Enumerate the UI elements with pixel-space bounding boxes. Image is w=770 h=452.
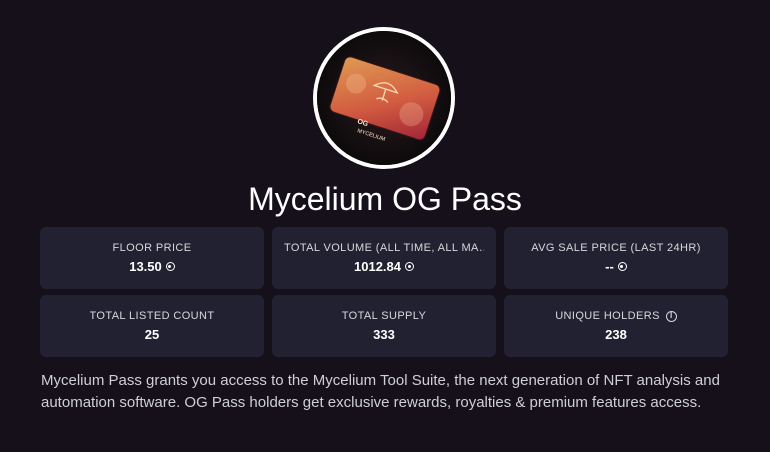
og-pass-card-image: OG MYCELIUM [317, 31, 451, 165]
stat-value-wrap: -- [605, 259, 627, 274]
stat-label: AVG SALE PRICE (LAST 24HR) [531, 242, 701, 254]
sol-icon [165, 262, 175, 271]
stat-value-wrap: 25 [145, 327, 159, 342]
sol-icon [617, 262, 627, 271]
stat-value: -- [605, 259, 614, 274]
sol-icon [405, 262, 414, 271]
info-icon[interactable]: i [665, 310, 677, 322]
stat-label: TOTAL VOLUME (ALL TIME, ALL MA… [284, 242, 484, 254]
stat-value-wrap: 333 [373, 327, 395, 342]
stat-label: FLOOR PRICE [112, 242, 192, 254]
stats-grid: FLOOR PRICE 13.50 TOTAL VOLUME (ALL TIME… [40, 227, 728, 357]
stat-card-avg-sale-price: AVG SALE PRICE (LAST 24HR) -- [504, 227, 728, 289]
stat-value: 1012.84 [354, 259, 401, 274]
stat-value: 13.50 [129, 259, 162, 274]
stat-label: UNIQUE HOLDERS [555, 310, 660, 322]
stat-card-unique-holders: UNIQUE HOLDERS i 238 [504, 295, 728, 357]
stat-value: 333 [373, 327, 395, 342]
stat-card-total-listed: TOTAL LISTED COUNT 25 [40, 295, 264, 357]
stat-label: TOTAL SUPPLY [341, 310, 427, 322]
stat-value-wrap: 13.50 [129, 259, 175, 274]
stat-value: 25 [144, 327, 160, 342]
stat-label: TOTAL LISTED COUNT [89, 310, 215, 322]
stat-value-wrap: 1012.84 [354, 259, 414, 274]
stat-label-wrap: UNIQUE HOLDERS i [555, 310, 677, 322]
stat-card-floor-price: FLOOR PRICE 13.50 [40, 227, 264, 289]
collection-description: Mycelium Pass grants you access to the M… [41, 372, 720, 411]
stat-card-total-volume: TOTAL VOLUME (ALL TIME, ALL MA… 1012.84 [272, 227, 496, 289]
stat-value: 238 [605, 327, 627, 342]
stat-card-total-supply: TOTAL SUPPLY 333 [272, 295, 496, 357]
stat-value-wrap: 238 [605, 327, 627, 342]
collection-title: Mycelium OG Pass [248, 181, 522, 217]
collection-avatar: OG MYCELIUM [313, 27, 455, 169]
